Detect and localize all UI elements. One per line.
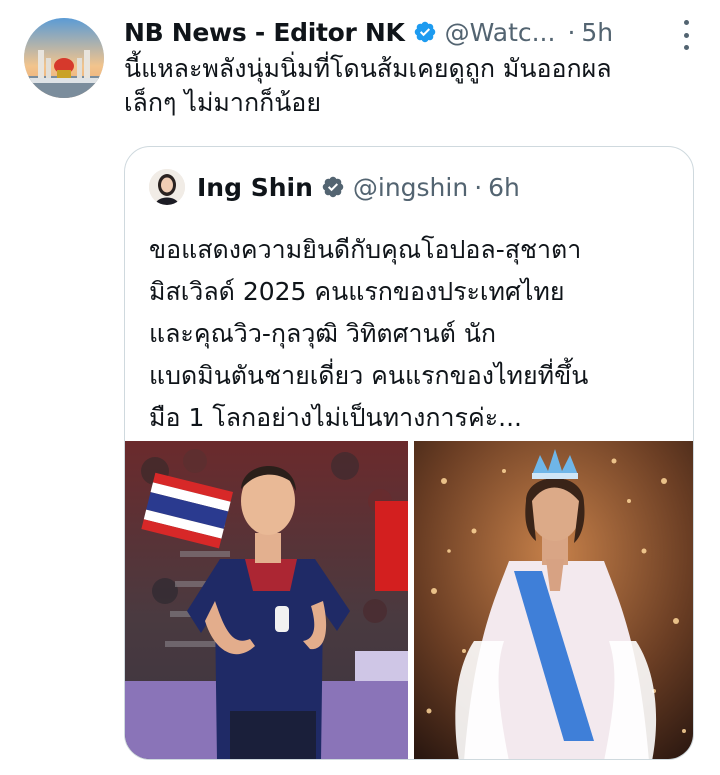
quoted-post-card[interactable]: Ing Shin @ingshin · 6h ขอแสดงความยินดีกั… [124,146,694,760]
quoted-author-handle[interactable]: @ingshin [353,173,468,202]
quoted-post-timestamp[interactable]: 6h [488,173,520,202]
verified-badge-icon [322,176,344,198]
post-author-name[interactable]: NB News - Editor NK [124,18,405,47]
separator-dot: · [567,17,576,47]
verified-badge-icon [414,21,435,43]
badminton-player-image [125,441,408,759]
separator-dot: · [474,172,483,202]
post-text: นี้แหละพลังนุ่มนิ่มที่โดนส้มเคยดูถูก มัน… [124,54,612,117]
quoted-post-media [125,441,693,759]
post-header: NB News - Editor NK @Watc... · 5h [124,14,700,50]
post-author-handle[interactable]: @Watc... [445,18,556,47]
badminton-player-photo[interactable] [125,441,408,759]
miss-world-image [414,441,693,759]
quoted-post-header: Ing Shin @ingshin · 6h [149,167,520,207]
quoted-author-name[interactable]: Ing Shin [197,173,313,202]
person-avatar-icon [149,169,185,205]
democracy-monument-avatar-icon [24,18,104,98]
post-author-avatar[interactable] [24,18,104,98]
post-timestamp[interactable]: 5h [581,18,613,47]
miss-world-photo[interactable] [414,441,693,759]
quoted-author-avatar[interactable] [149,169,185,205]
quoted-post-text: ขอแสดงความยินดีกับคุณโอปอล-สุชาตา มิสเวิ… [149,235,589,432]
more-options-icon[interactable] [678,20,694,50]
